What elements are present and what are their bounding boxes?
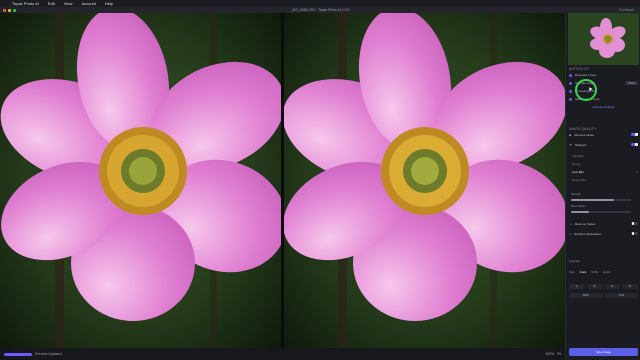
option-label: Strong (572, 162, 581, 166)
option-label: Lens Blur (572, 170, 584, 174)
done-chip[interactable]: Done (625, 81, 638, 85)
remove-noise-toggle[interactable] (631, 132, 638, 137)
enhance-resolution-row[interactable]: ⤢ Enhance Resolution (569, 230, 638, 237)
maximize-window-icon[interactable] (13, 8, 16, 12)
remove-noise-label: Remove Noise (574, 132, 594, 137)
status-dot-icon (569, 73, 572, 77)
autopilot-row-label: Detected 1 face (575, 73, 597, 77)
flower-image-processed (284, 13, 565, 348)
tab-height[interactable]: Height (603, 271, 611, 274)
sharpen-option-standard[interactable]: Standard (572, 152, 638, 160)
minor-deblur-slider[interactable] (571, 211, 631, 213)
sharpen-model-list: Standard Strong Lens Blur ✓ Motion Blur (572, 152, 638, 184)
scale-4x[interactable]: 4x (604, 284, 621, 289)
preview-progress-fill (4, 352, 32, 356)
enhance-resolution-label: Enhance Resolution (574, 231, 602, 236)
sharpen-label: Sharpen (574, 142, 587, 147)
scale-6x[interactable]: 6x (622, 284, 638, 289)
enhance-resolution-toggle[interactable] (631, 231, 638, 236)
flower-image-original (0, 13, 281, 348)
close-window-icon[interactable] (3, 8, 6, 12)
flower-thumbnail (568, 13, 639, 65)
height-field[interactable]: 3744 (604, 293, 638, 298)
status-dot-icon (569, 81, 572, 85)
sharpen-option-strong[interactable]: Strong (572, 160, 638, 168)
upscale-heading: Upscale (569, 259, 580, 263)
upscale-tabs: Input Scale Width Height (569, 269, 638, 276)
option-label: Motion Blur (572, 178, 587, 182)
sharpen-option-motion-blur[interactable]: Motion Blur (572, 176, 638, 184)
size-fields: 5616 3744 (569, 293, 638, 298)
upscale-section: Input Scale Width Height 1x 2x 4x 6x 561… (569, 269, 638, 298)
tab-width[interactable]: Width (591, 271, 598, 274)
minimize-window-icon[interactable] (8, 8, 11, 12)
preview-status: Preview Updated (35, 352, 62, 356)
sharpen-row[interactable]: ▼ Sharpen (569, 141, 638, 148)
autopilot-row-face: Detected 1 face (569, 71, 638, 79)
navigator-thumbnail[interactable] (568, 13, 639, 65)
sharpen-icon: ▼ (569, 142, 572, 147)
zoom-level[interactable]: 100% (545, 352, 554, 356)
original-preview[interactable] (0, 13, 281, 348)
strength-label: Strength (571, 193, 581, 196)
sharpen-option-lens-blur[interactable]: Lens Blur ✓ (572, 168, 638, 176)
option-label: Standard (572, 154, 584, 158)
recover-faces-label: Recover Faces (575, 221, 596, 226)
tab-input[interactable]: Input (569, 271, 575, 274)
status-dot-icon (569, 89, 572, 93)
scale-2x[interactable]: 2x (586, 284, 603, 289)
settings-panel: AUTOPILOT Detected 1 face Upscale Image D… (565, 13, 640, 360)
menu-bar: Topaz Photo AI Edit View Account Help (0, 0, 640, 7)
image-canvas[interactable] (0, 13, 565, 348)
menu-item-view[interactable]: View (64, 1, 73, 6)
cursor-icon: ➤ (588, 87, 594, 93)
width-field[interactable]: 5616 (569, 293, 603, 298)
status-dot-icon (569, 97, 572, 101)
autopilot-settings-link[interactable]: Autopilot Settings (569, 105, 638, 109)
recover-faces-toggle[interactable] (631, 221, 638, 226)
processed-preview[interactable] (284, 13, 565, 348)
remove-noise-row[interactable]: ◆ Remove Noise (569, 131, 638, 138)
minor-deblur-label: Minor Deblur (571, 205, 586, 208)
noise-icon: ◆ (569, 132, 572, 137)
menu-app-name[interactable]: Topaz Photo AI (12, 1, 39, 6)
cursor-highlight-ring (575, 79, 597, 101)
strength-slider[interactable] (571, 199, 631, 201)
fit-button[interactable]: Fit (557, 352, 561, 356)
zoom-controls: 100% Fit (545, 352, 561, 356)
strength-slider-fill (571, 199, 615, 201)
menu-item-help[interactable]: Help (105, 1, 113, 6)
recover-faces-row[interactable]: ☺ Recover Faces (569, 220, 638, 227)
menu-item-edit[interactable]: Edit (48, 1, 55, 6)
face-icon: ☺ (569, 221, 573, 226)
resolution-icon: ⤢ (569, 231, 572, 236)
save-image-button[interactable]: Save Image (569, 348, 638, 356)
menu-item-account[interactable]: Account (81, 1, 95, 6)
checkmark-icon: ✓ (635, 170, 638, 174)
scale-options: 1x 2x 4x 6x (569, 284, 638, 289)
scale-1x[interactable]: 1x (569, 284, 585, 289)
window-controls (3, 8, 16, 12)
status-bar: Preview Updated 100% Fit (0, 348, 565, 360)
tab-scale[interactable]: Scale (580, 271, 587, 274)
feedback-link[interactable]: Feedback (619, 8, 634, 12)
sharpen-toggle[interactable] (631, 142, 638, 147)
window-title: _MG_0083.CR3 · Topaz Photo AI 1.0.9 (290, 8, 350, 12)
preview-progress-bar (4, 352, 32, 356)
minor-deblur-slider-fill (571, 211, 589, 213)
